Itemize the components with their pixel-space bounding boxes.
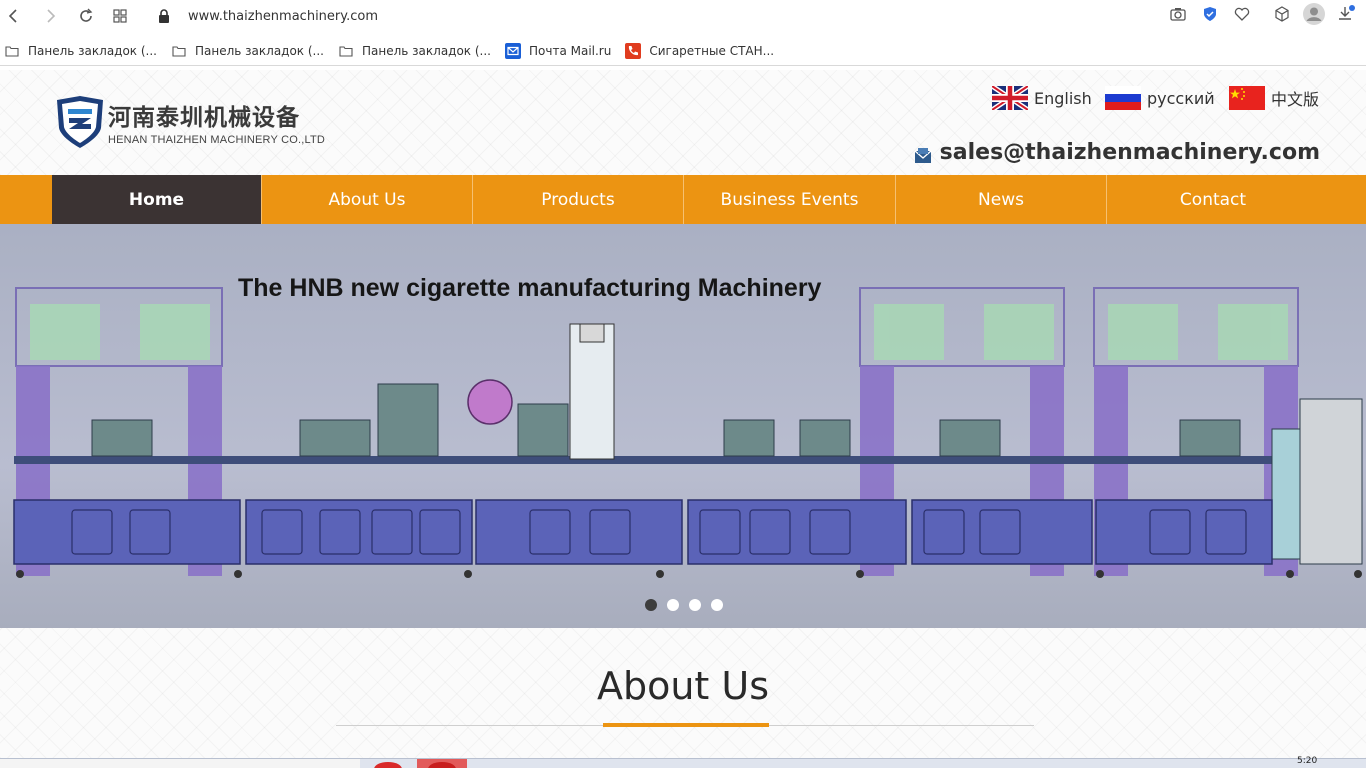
banner-title: The HNB new cigarette manufacturing Mach… bbox=[238, 274, 822, 302]
download-icon[interactable] bbox=[1334, 2, 1358, 26]
folder-icon bbox=[338, 44, 354, 58]
bookmark-cigarette[interactable]: Сигаретные СТАН... bbox=[625, 42, 775, 59]
heart-icon[interactable] bbox=[1230, 2, 1254, 26]
company-name-english: HENAN THAIZHEN MACHINERY CO.,LTD bbox=[108, 134, 326, 146]
nav-products[interactable]: Products bbox=[473, 175, 684, 224]
china-flag-icon bbox=[1229, 86, 1265, 110]
bookmark-label: Панель закладок (... bbox=[195, 43, 324, 58]
language-label: 中文版 bbox=[1271, 90, 1320, 109]
site-header: 河南泰圳机械设备 HENAN THAIZHEN MACHINERY CO.,LT… bbox=[0, 70, 1366, 175]
about-section: About Us bbox=[0, 628, 1366, 758]
slider-dots bbox=[645, 599, 723, 611]
os-taskbar: 5:20 bbox=[0, 756, 1366, 768]
hero-banner[interactable]: The HNB new cigarette manufacturing Mach… bbox=[0, 224, 1366, 628]
uk-flag-icon bbox=[992, 86, 1028, 110]
contact-email[interactable]: sales@thaizhenmachinery.com bbox=[914, 140, 1320, 165]
language-label: English bbox=[1034, 88, 1092, 108]
camera-icon[interactable] bbox=[1166, 2, 1190, 26]
bookmarks-bar: Панель закладок (... Панель закладок (..… bbox=[0, 36, 1366, 66]
lock-icon[interactable] bbox=[150, 2, 178, 30]
about-heading: About Us bbox=[596, 664, 770, 708]
slider-dot-2[interactable] bbox=[667, 599, 679, 611]
slider-dot-3[interactable] bbox=[689, 599, 701, 611]
taskbar-clock: 5:20 bbox=[1297, 756, 1318, 766]
about-underline-accent bbox=[603, 723, 769, 727]
bookmark-label: Панель закладок (... bbox=[28, 43, 157, 58]
language-russian[interactable]: русский bbox=[1105, 86, 1215, 110]
speed-dial-icon[interactable] bbox=[106, 2, 134, 30]
bookmark-label: Панель закладок (... bbox=[362, 43, 491, 58]
bookmark-folder-1[interactable]: Панель закладок (... bbox=[4, 44, 157, 58]
nav-business-events[interactable]: Business Events bbox=[684, 175, 896, 224]
company-logo-icon[interactable] bbox=[54, 94, 114, 150]
language-chinese[interactable]: 中文版 bbox=[1229, 86, 1319, 110]
mail-ru-icon bbox=[505, 42, 521, 59]
phone-icon bbox=[625, 42, 642, 59]
nav-news[interactable]: News bbox=[896, 175, 1107, 224]
email-text: sales@thaizhenmachinery.com bbox=[939, 140, 1320, 165]
folder-icon bbox=[4, 44, 20, 58]
folder-icon bbox=[171, 44, 187, 58]
slider-dot-4[interactable] bbox=[711, 599, 723, 611]
cube-icon[interactable] bbox=[1270, 2, 1294, 26]
nav-contact[interactable]: Contact bbox=[1107, 175, 1319, 224]
slider-dot-1[interactable] bbox=[645, 599, 657, 611]
active-app-taskbar-icon[interactable] bbox=[417, 759, 467, 768]
browser-toolbar: www.thaizhenmachinery.com bbox=[0, 0, 1366, 32]
russia-flag-icon bbox=[1105, 86, 1141, 110]
company-name-chinese: 河南泰圳机械设备 bbox=[108, 105, 300, 131]
language-label: русский bbox=[1147, 88, 1215, 108]
opera-taskbar-icon[interactable] bbox=[374, 762, 402, 768]
profile-avatar-icon[interactable] bbox=[1302, 2, 1326, 26]
bookmark-label: Сигаретные СТАН... bbox=[649, 43, 775, 58]
envelope-icon bbox=[914, 145, 932, 163]
bookmark-folder-3[interactable]: Панель закладок (... bbox=[338, 44, 491, 58]
bookmark-label: Почта Mail.ru bbox=[529, 43, 612, 58]
back-icon[interactable] bbox=[0, 2, 28, 30]
bookmark-folder-2[interactable]: Панель закладок (... bbox=[171, 44, 324, 58]
taskbar-search-area[interactable] bbox=[0, 759, 360, 768]
language-english[interactable]: English bbox=[992, 86, 1092, 110]
shield-icon[interactable] bbox=[1198, 2, 1222, 26]
reload-icon[interactable] bbox=[72, 2, 100, 30]
main-navigation: Home About Us Products Business Events N… bbox=[0, 175, 1366, 224]
address-bar-url[interactable]: www.thaizhenmachinery.com bbox=[188, 9, 378, 24]
forward-icon[interactable] bbox=[36, 2, 64, 30]
nav-about-us[interactable]: About Us bbox=[262, 175, 473, 224]
nav-home[interactable]: Home bbox=[52, 175, 262, 224]
bookmark-mail-ru[interactable]: Почта Mail.ru bbox=[505, 42, 612, 59]
